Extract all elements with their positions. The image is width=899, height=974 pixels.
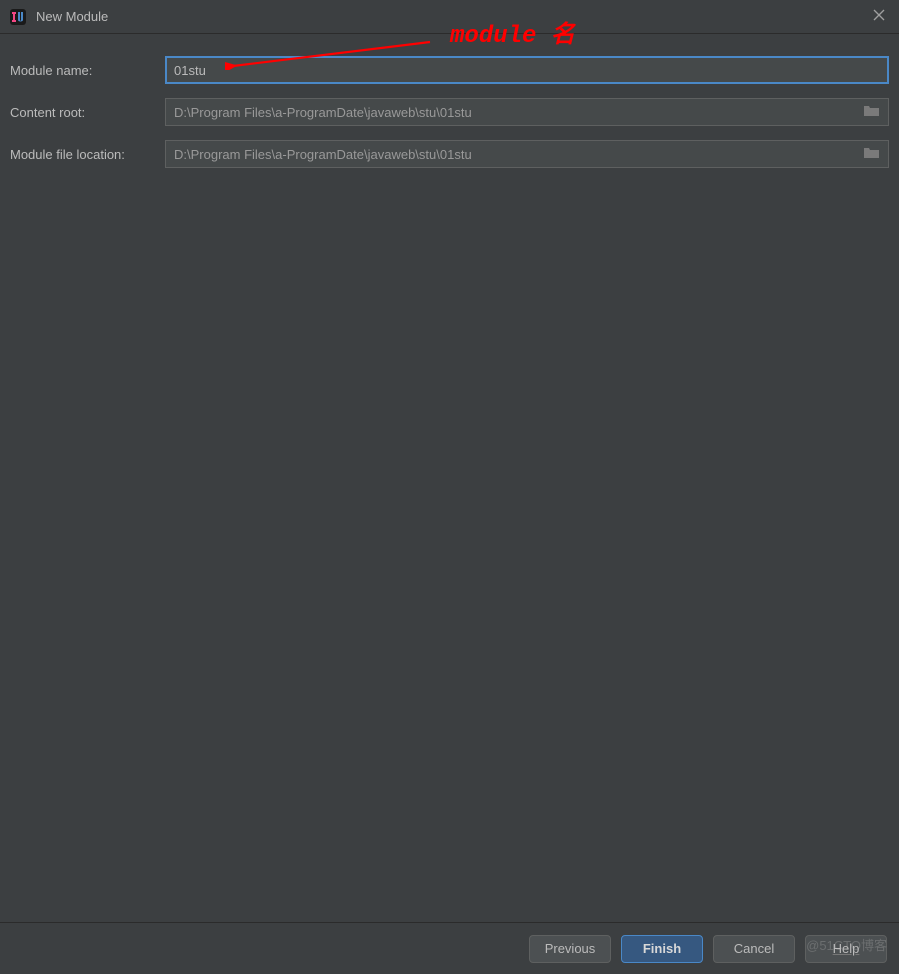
module-name-input-wrap [165, 56, 889, 84]
cancel-button[interactable]: Cancel [713, 935, 795, 963]
module-file-location-label: Module file location: [10, 147, 165, 162]
content-root-value: D:\Program Files\a-ProgramDate\javaweb\s… [174, 105, 858, 120]
titlebar: New Module [0, 0, 899, 34]
app-icon [10, 9, 26, 25]
content-root-input[interactable]: D:\Program Files\a-ProgramDate\javaweb\s… [165, 98, 889, 126]
module-file-location-value: D:\Program Files\a-ProgramDate\javaweb\s… [174, 147, 858, 162]
close-icon[interactable] [867, 8, 891, 26]
footer: Previous Finish Cancel Help [0, 922, 899, 974]
form-area: Module name: Content root: D:\Program Fi… [0, 34, 899, 168]
content-root-label: Content root: [10, 105, 165, 120]
module-file-location-input[interactable]: D:\Program Files\a-ProgramDate\javaweb\s… [165, 140, 889, 168]
help-button[interactable]: Help [805, 935, 887, 963]
row-module-name: Module name: [10, 56, 889, 84]
module-name-input[interactable] [165, 56, 889, 84]
folder-icon[interactable] [864, 146, 880, 162]
module-name-label: Module name: [10, 63, 165, 78]
previous-button[interactable]: Previous [529, 935, 611, 963]
window-title: New Module [36, 9, 867, 24]
folder-icon[interactable] [864, 104, 880, 120]
row-module-file-location: Module file location: D:\Program Files\a… [10, 140, 889, 168]
finish-button[interactable]: Finish [621, 935, 703, 963]
row-content-root: Content root: D:\Program Files\a-Program… [10, 98, 889, 126]
